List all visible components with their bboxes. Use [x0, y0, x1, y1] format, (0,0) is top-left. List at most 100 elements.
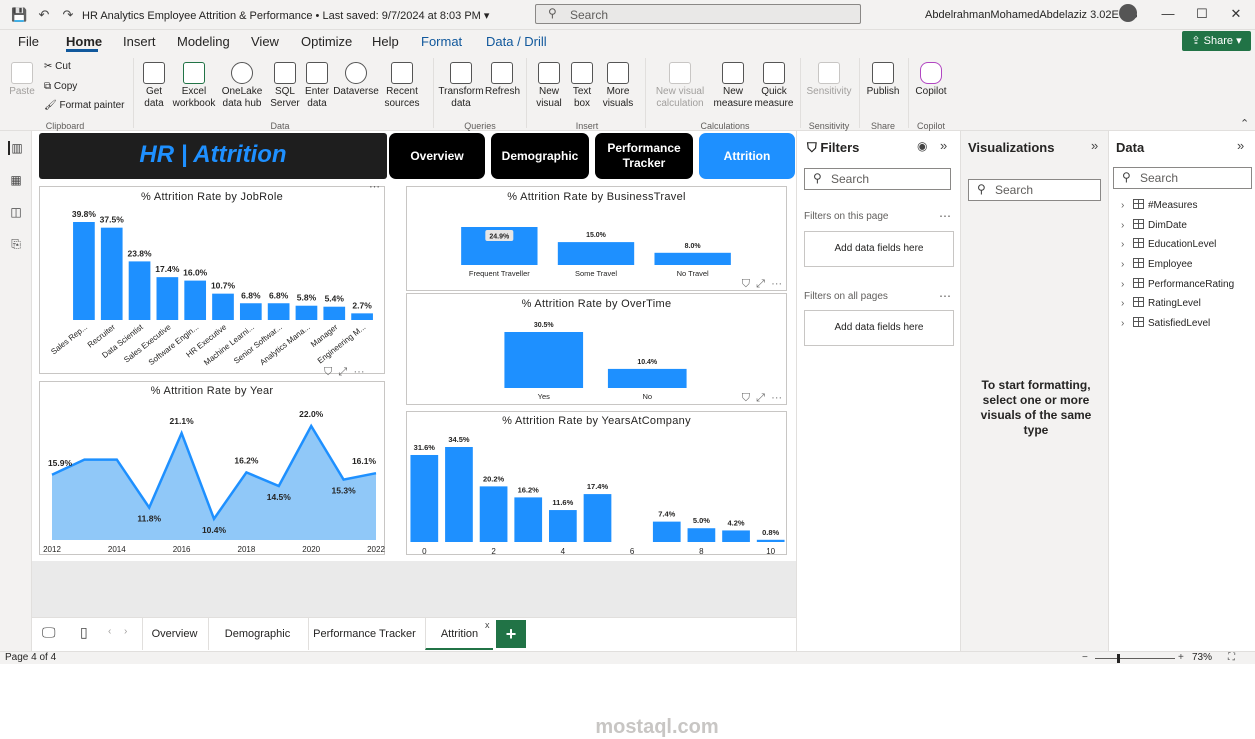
- visual-year[interactable]: % Attrition Rate by Year 15.9% 11.8% 21.1%…: [39, 381, 385, 555]
- copilot-button[interactable]: Copilot: [912, 62, 950, 98]
- dataverse-button[interactable]: Dataverse: [333, 62, 379, 98]
- page-tab-overview[interactable]: Overview: [142, 618, 206, 650]
- recent-sources-button[interactable]: Recent sources: [380, 62, 424, 110]
- onelake-button[interactable]: OneLake data hub: [217, 62, 267, 110]
- filter-icon[interactable]: ⛉: [742, 392, 750, 404]
- excel-workbook-button[interactable]: Excel workbook: [172, 62, 216, 110]
- table-view-icon[interactable]: ▦: [8, 173, 24, 187]
- cut-button[interactable]: ✂ Cut: [44, 61, 134, 73]
- nav-performance-tracker-button[interactable]: Performance Tracker: [595, 133, 693, 179]
- model-view-icon[interactable]: ◫: [8, 205, 24, 219]
- prev-page-icon[interactable]: ‹: [108, 626, 111, 637]
- menu-file[interactable]: File: [18, 34, 39, 49]
- refresh-button[interactable]: Refresh: [485, 62, 520, 98]
- sql-server-button[interactable]: SQL Server: [270, 62, 300, 110]
- format-painter-button[interactable]: 🖌 Format painter: [44, 100, 134, 112]
- collapse-ribbon-icon[interactable]: ⌃: [1240, 117, 1249, 130]
- zoom-slider[interactable]: [1095, 658, 1175, 659]
- focus-mode-icon[interactable]: ⤢: [756, 392, 765, 404]
- zoom-out-icon[interactable]: −: [1082, 652, 1088, 663]
- table-item[interactable]: › PerformanceRating: [1121, 278, 1234, 290]
- menu-insert[interactable]: Insert: [123, 34, 156, 49]
- data-search-input[interactable]: ⚲ Search: [1113, 167, 1252, 189]
- undo-icon[interactable]: ↶: [36, 7, 52, 23]
- visual-yearsatcompany[interactable]: % Attrition Rate by YearsAtCompany 31.6%…: [406, 411, 787, 556]
- menu-modeling[interactable]: Modeling: [177, 34, 230, 49]
- visual-header-icons[interactable]: ⛉ ⤢ ⋯: [742, 278, 782, 291]
- more-options-icon[interactable]: ⋯: [369, 180, 380, 193]
- visual-header-icons[interactable]: ⛉ ⤢ ⋯: [742, 392, 782, 405]
- avatar[interactable]: [1119, 4, 1137, 22]
- close-icon[interactable]: ✕: [1226, 6, 1246, 22]
- zoom-in-icon[interactable]: +: [1178, 652, 1184, 663]
- table-item[interactable]: › Employee: [1121, 258, 1192, 270]
- sensitivity-button[interactable]: Sensitivity: [804, 62, 854, 98]
- new-visual-button[interactable]: New visual: [534, 62, 564, 110]
- more-options-icon[interactable]: ⋯: [353, 366, 364, 378]
- nav-overview-button[interactable]: Overview: [389, 133, 485, 179]
- nav-demographic-button[interactable]: Demographic: [491, 133, 589, 179]
- more-options-icon[interactable]: ⋯: [771, 392, 782, 404]
- visual-jobrole[interactable]: % Attrition Rate by JobRole 39.8% Sales R…: [39, 181, 385, 374]
- filters-this-page-dropzone[interactable]: Add data fields here: [804, 231, 954, 267]
- visual-overtime[interactable]: % Attrition Rate by OverTime 30.5% Yes 10.…: [406, 293, 787, 405]
- maximize-icon[interactable]: ☐: [1192, 6, 1212, 22]
- nav-attrition-button[interactable]: Attrition: [699, 133, 795, 179]
- paste-button[interactable]: Paste: [8, 62, 36, 98]
- more-options-icon[interactable]: ⋯: [939, 289, 951, 303]
- search-input[interactable]: ⚲ Search: [535, 4, 861, 24]
- menu-optimize[interactable]: Optimize: [301, 34, 352, 49]
- filter-icon[interactable]: ⛉: [324, 366, 332, 378]
- desktop-layout-icon[interactable]: 🖵: [42, 624, 56, 641]
- page-tab-attrition[interactable]: Attrition: [425, 618, 493, 650]
- close-tab-icon[interactable]: x: [485, 620, 490, 630]
- visual-header-icons[interactable]: ⛉ ⤢ ⋯: [324, 366, 364, 379]
- focus-mode-icon[interactable]: ⤢: [338, 366, 347, 378]
- focus-mode-icon[interactable]: ⤢: [756, 278, 765, 290]
- menu-format[interactable]: Format: [421, 34, 462, 49]
- more-options-icon[interactable]: ⋯: [771, 278, 782, 290]
- visual-businesstravel[interactable]: % Attrition Rate by BusinessTravel 24.9%…: [406, 186, 787, 291]
- document-title[interactable]: HR Analytics Employee Attrition & Perfor…: [82, 9, 489, 22]
- page-tab-demographic[interactable]: Demographic: [208, 618, 306, 650]
- visualizations-search-input[interactable]: ⚲ Search: [968, 179, 1101, 201]
- table-item[interactable]: › EducationLevel: [1121, 238, 1216, 250]
- more-visuals-button[interactable]: More visuals: [599, 62, 637, 110]
- menu-view[interactable]: View: [251, 34, 279, 49]
- collapse-icon[interactable]: »: [1091, 138, 1098, 153]
- text-box-button[interactable]: Text box: [568, 62, 596, 110]
- zoom-slider-thumb[interactable]: [1117, 654, 1120, 663]
- get-data-button[interactable]: Get data: [137, 62, 171, 110]
- table-item[interactable]: › DimDate: [1121, 219, 1187, 231]
- more-options-icon[interactable]: ⋯: [939, 209, 951, 223]
- filter-icon[interactable]: ⛉: [742, 278, 750, 290]
- menu-home[interactable]: Home: [66, 34, 102, 49]
- fit-to-page-icon[interactable]: ⛶: [1228, 652, 1235, 663]
- page-tab-performance-tracker[interactable]: Performance Tracker: [308, 618, 420, 650]
- collapse-icon[interactable]: »: [940, 138, 947, 153]
- filters-all-pages-dropzone[interactable]: Add data fields here: [804, 310, 954, 346]
- collapse-icon[interactable]: »: [1237, 138, 1244, 153]
- menu-help[interactable]: Help: [372, 34, 399, 49]
- copy-button[interactable]: ⧉ Copy: [44, 81, 134, 93]
- transform-data-button[interactable]: Transform data: [438, 62, 484, 110]
- publish-button[interactable]: Publish: [864, 62, 902, 98]
- eye-icon[interactable]: ◉: [917, 139, 927, 153]
- table-item[interactable]: › #Measures: [1121, 199, 1197, 211]
- dax-query-icon[interactable]: ⎘: [8, 237, 24, 251]
- mobile-layout-icon[interactable]: ▯: [80, 624, 88, 641]
- save-icon[interactable]: 💾: [11, 7, 27, 23]
- share-button[interactable]: ⇪ Share ▾: [1182, 31, 1251, 51]
- user-name[interactable]: AbdelrahmanMohamedAbdelaziz 3.02E+13: [925, 9, 1138, 21]
- add-page-button[interactable]: +: [496, 620, 526, 648]
- quick-measure-button[interactable]: Quick measure: [754, 62, 794, 110]
- report-view-icon[interactable]: ▥: [8, 141, 24, 155]
- minimize-icon[interactable]: —: [1158, 6, 1178, 21]
- next-page-icon[interactable]: ›: [124, 626, 127, 637]
- filters-search-input[interactable]: ⚲ Search: [804, 168, 951, 190]
- enter-data-button[interactable]: Enter data: [303, 62, 331, 110]
- table-item[interactable]: › SatisfiedLevel: [1121, 317, 1210, 329]
- table-item[interactable]: › RatingLevel: [1121, 297, 1201, 309]
- menu-data-drill[interactable]: Data / Drill: [486, 34, 547, 49]
- new-measure-button[interactable]: New measure: [713, 62, 753, 110]
